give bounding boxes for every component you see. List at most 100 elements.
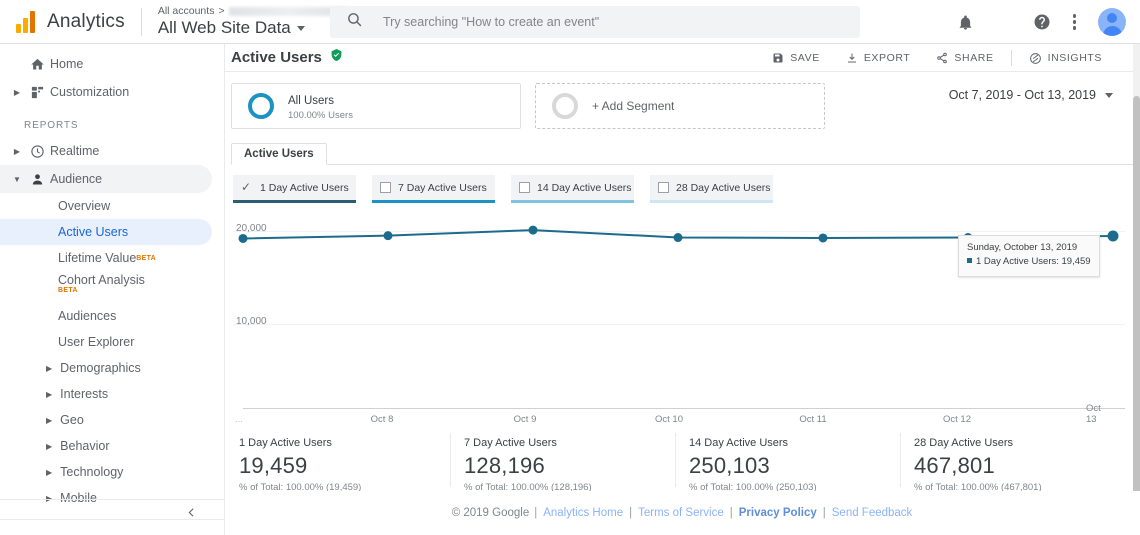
metric-color-bar [511,200,634,203]
top-icon-group [957,0,1126,44]
sidebar-item-technology[interactable]: ▶ Technology [0,459,212,485]
page-actions: SAVE EXPORT SHARE INSIGHTS [759,44,1115,72]
scrollbar-thumb[interactable] [1133,96,1140,535]
search-input[interactable] [383,15,860,29]
sidebar-item-audiences[interactable]: Audiences [0,303,212,329]
more-vertical-icon[interactable] [1072,14,1076,30]
expand-arrow-icon: ▶ [46,389,53,399]
tab-active-users[interactable]: Active Users [231,143,327,165]
x-tick-label: Oct 10 [655,414,683,425]
separator: | [629,507,633,519]
metric-toggle-14-day[interactable]: 14 Day Active Users [511,175,634,203]
chart-data-point[interactable] [238,233,248,243]
sidebar-item-lifetime-value[interactable]: Lifetime Value BETA [0,245,212,271]
x-tick-label: ... [235,414,243,425]
date-range-picker[interactable]: Oct 7, 2019 - Oct 13, 2019 [949,88,1113,106]
active-users-chart[interactable]: 20,000 10,000 ... Oct 8 Oct 9 Oct 10 Oct… [233,217,1125,425]
tab-label: Active Users [244,148,314,160]
metric-toggle-row: ✓ 1 Day Active Users 7 Day Active Users … [225,165,1133,203]
sidebar-subitem-label: Lifetime Value [58,251,137,265]
help-circle-icon[interactable] [1033,13,1051,31]
segment-bar: All Users 100.00% Users + Add Segment Oc… [225,72,1133,129]
metric-color-bar [372,200,495,203]
sidebar-item-cohort-analysis[interactable]: Cohort Analysis BETA [0,271,212,303]
separator: | [822,507,826,519]
sidebar-item-audience[interactable]: ▼ Audience [0,165,212,193]
beta-badge: BETA [58,287,78,294]
summary-card-14-day: 14 Day Active Users 250,103 % of Total: … [675,429,908,493]
expand-arrow-icon: ▶ [46,363,53,373]
sidebar-item-home[interactable]: Home [0,50,212,78]
x-tick-label: Oct 8 [370,414,394,425]
chart-data-point[interactable] [528,225,538,235]
segment-detail: 100.00% Users [288,109,353,121]
sidebar-item-label: Home [50,57,84,71]
sidebar-item-user-explorer[interactable]: User Explorer [0,329,212,355]
segment-all-users[interactable]: All Users 100.00% Users [231,83,521,129]
metric-toggle-1-day[interactable]: ✓ 1 Day Active Users [233,175,356,203]
save-label: SAVE [790,52,820,64]
tooltip-metric-value: 1 Day Active Users: 19,459 [976,256,1091,268]
chart-data-point[interactable] [673,233,683,243]
card-value: 250,103 [689,453,770,478]
sidebar-item-discover[interactable]: Discover [0,528,212,535]
account-selector[interactable]: All accounts > All Web Site Data [158,5,349,38]
tab-bar: Active Users [231,143,1133,165]
footer-link-privacy[interactable]: Privacy Policy [739,507,817,519]
person-icon [24,172,50,187]
save-button[interactable]: SAVE [759,52,833,64]
divider [1010,50,1012,66]
clock-icon [24,144,50,159]
insights-label: INSIGHTS [1047,52,1102,64]
footer-link-analytics-home[interactable]: Analytics Home [543,507,623,519]
property-name-row[interactable]: All Web Site Data [158,18,349,38]
share-button[interactable]: SHARE [923,52,1006,64]
x-tick-label: Oct 9 [513,414,537,425]
scrollbar-track[interactable] [1133,44,1140,535]
sidebar-item-geo[interactable]: ▶ Geo [0,407,212,433]
checkbox[interactable] [658,182,669,193]
footer-link-feedback[interactable]: Send Feedback [832,507,913,519]
checkbox[interactable] [380,182,391,193]
property-name: All Web Site Data [157,18,291,38]
checkbox[interactable] [519,182,530,193]
metric-toggle-7-day[interactable]: 7 Day Active Users [372,175,495,203]
sidebar-item-realtime[interactable]: ▶ Realtime [0,137,212,165]
chevron-left-icon[interactable] [185,506,198,524]
breadcrumb-chevron: > [218,5,225,18]
export-button[interactable]: EXPORT [833,52,924,64]
check-icon: ✓ [241,180,252,194]
separator: | [534,507,538,519]
bell-icon[interactable] [957,14,974,31]
card-title: 28 Day Active Users [914,437,1014,449]
sidebar-item-demographics[interactable]: ▶ Demographics [0,355,212,381]
sidebar-item-interests[interactable]: ▶ Interests [0,381,212,407]
sidebar-item-label: Customization [50,85,130,99]
chart-data-point[interactable] [383,231,393,241]
chevron-down-icon [296,25,305,31]
analytics-logo-icon [16,10,35,33]
chart-data-point[interactable] [818,233,828,243]
metric-toggle-label: 28 Day Active Users [676,181,771,194]
main-content: Active Users SAVE EXPORT SHARE INSIGHTS … [225,44,1133,535]
sidebar-subitem-label: Overview [58,199,111,213]
sidebar-item-label: Realtime [50,144,100,158]
sidebar-item-overview[interactable]: Overview [0,193,212,219]
sidebar-item-behavior[interactable]: ▶ Behavior [0,433,212,459]
sidebar-subitem-label: Behavior [60,439,110,453]
summary-cards: 1 Day Active Users 19,459 % of Total: 10… [225,423,1133,493]
add-segment-button[interactable]: + Add Segment [535,83,825,129]
sidebar-collapse-row[interactable] [0,499,224,529]
sidebar-item-customization[interactable]: ▶ Customization [0,78,212,106]
sidebar-item-active-users[interactable]: Active Users [0,219,212,245]
card-title: 14 Day Active Users [689,437,789,449]
segment-ring-icon [248,93,274,119]
apps-grid-icon[interactable] [996,15,1011,30]
insights-button[interactable]: INSIGHTS [1016,52,1115,65]
chart-data-point[interactable] [1107,230,1119,242]
footer-link-terms[interactable]: Terms of Service [638,507,724,519]
search-bar[interactable] [330,6,860,38]
avatar[interactable] [1098,8,1126,36]
summary-card-7-day: 7 Day Active Users 128,196 % of Total: 1… [450,429,683,493]
metric-toggle-28-day[interactable]: 28 Day Active Users [650,175,773,203]
